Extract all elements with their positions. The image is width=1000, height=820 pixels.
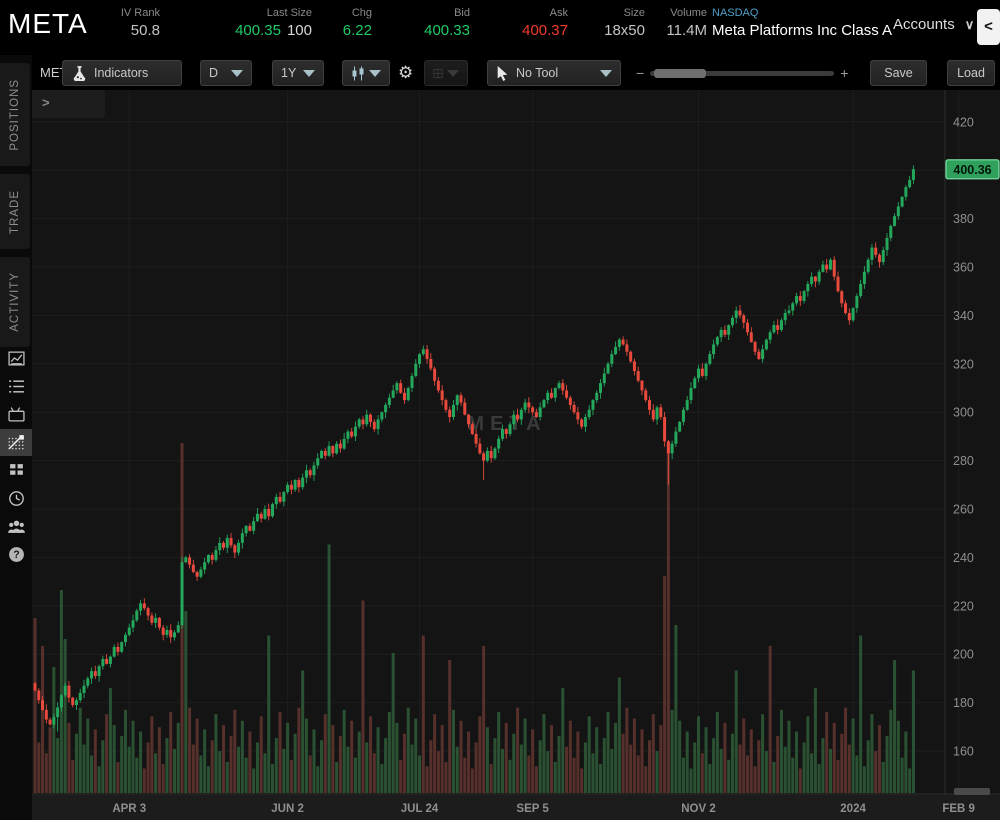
chevron-down-icon — [369, 70, 381, 77]
stat-chg: Chg 6.22 — [312, 7, 372, 42]
price-axis-label: 220 — [953, 599, 974, 613]
sidebar-tab-positions[interactable]: POSITIONS — [0, 63, 30, 166]
stat-last-size: Last Size 400.35100 — [178, 7, 312, 42]
accounts-menu[interactable]: Accounts ∨ — [893, 16, 974, 33]
svg-text:?: ? — [13, 549, 19, 561]
grid-squares-icon[interactable] — [0, 457, 32, 484]
left-sidebar: POSITIONS TRADE ACTIVITY — [0, 55, 32, 820]
date-axis-label: FEB 9 — [942, 803, 975, 815]
chevron-down-icon — [447, 70, 459, 77]
price-axis-label: 320 — [953, 357, 974, 371]
price-axis-label: 340 — [953, 309, 974, 323]
history-clock-icon[interactable] — [0, 485, 32, 512]
gear-icon: ⚙ — [398, 63, 413, 83]
last-price-badge-value: 400.36 — [953, 163, 991, 177]
date-axis-label: JUN 2 — [271, 803, 304, 815]
indicators-label: Indicators — [94, 66, 148, 80]
cursor-icon — [496, 66, 509, 81]
trading-app: META IV Rank 50.8 Last Size 400.35100 Ch… — [0, 0, 1000, 820]
sidebar-tab-activity[interactable]: ACTIVITY — [0, 257, 30, 347]
chart-box-icon[interactable] — [0, 345, 32, 372]
zoom-slider: − + — [630, 60, 854, 86]
price-axis-label: 300 — [953, 406, 974, 420]
date-axis-label: SEP 5 — [516, 803, 549, 815]
collapse-panel-button[interactable]: < — [977, 9, 1000, 45]
list-icon[interactable] — [0, 373, 32, 400]
zoom-out-button[interactable]: − — [630, 65, 650, 81]
period-dropdown[interactable]: D — [200, 60, 252, 86]
grid-icon — [433, 67, 443, 80]
date-axis-label: JUL 24 — [401, 803, 439, 815]
chevron-down-icon — [303, 70, 315, 77]
users-icon[interactable] — [0, 513, 32, 540]
price-axis-label: 420 — [953, 115, 974, 129]
candlestick-icon — [351, 66, 365, 81]
stat-bid: Bid 400.33 — [400, 7, 470, 42]
chevron-down-icon — [600, 70, 612, 77]
save-button[interactable]: Save — [870, 60, 927, 86]
stat-ask: Ask 400.37 — [498, 7, 568, 42]
indicators-button[interactable]: Indicators — [62, 60, 182, 86]
quote-header: META IV Rank 50.8 Last Size 400.35100 Ch… — [0, 0, 1000, 55]
chevron-down-icon: ∨ — [965, 17, 975, 32]
exchange-label: NASDAQ — [712, 7, 892, 20]
date-axis-label: NOV 2 — [681, 803, 716, 815]
chart-settings-button[interactable]: ⚙ — [398, 60, 413, 86]
grid-layout-dropdown[interactable] — [424, 60, 468, 86]
chart-region: > META1601802002202402602803003203403603… — [32, 90, 1000, 820]
price-axis-label: 180 — [953, 696, 974, 710]
accounts-label: Accounts — [893, 16, 955, 33]
date-axis-label: APR 3 — [112, 803, 146, 815]
price-axis-label: 200 — [953, 648, 974, 662]
price-axis-label: 160 — [953, 745, 974, 759]
price-axis-label: 240 — [953, 551, 974, 565]
date-axis-label: 2024 — [840, 803, 866, 815]
stat-iv-rank: IV Rank 50.8 — [95, 7, 160, 42]
chart-toolbar: META Indicators D 1Y ⚙ — [32, 55, 1000, 90]
price-axis-label: 260 — [953, 503, 974, 517]
zoom-slider-track[interactable] — [650, 71, 834, 76]
symbol-logo: META — [8, 8, 88, 40]
help-icon[interactable]: ? — [0, 541, 32, 568]
tv-icon[interactable] — [0, 401, 32, 428]
chart-grid-icon[interactable] — [0, 429, 32, 456]
zoom-in-button[interactable]: + — [834, 65, 854, 81]
candlestick-chart[interactable]: META160180200220240260280300320340360380… — [32, 90, 1000, 820]
chart-type-dropdown[interactable] — [342, 60, 390, 86]
drawing-tool-dropdown[interactable]: No Tool — [487, 60, 621, 86]
indicators-flask-icon — [71, 65, 88, 82]
range-dropdown[interactable]: 1Y — [272, 60, 324, 86]
chevron-down-icon — [231, 70, 243, 77]
price-axis-label: 380 — [953, 212, 974, 226]
price-axis-label: 360 — [953, 261, 974, 275]
company-name: Meta Platforms Inc Class A — [712, 20, 892, 42]
load-button[interactable]: Load — [947, 60, 995, 86]
stat-size: Size 18x50 — [593, 7, 645, 42]
chart-panel-expand-button[interactable]: > — [32, 90, 105, 118]
exchange-company: NASDAQ Meta Platforms Inc Class A — [712, 7, 892, 42]
zoom-slider-thumb[interactable] — [654, 69, 706, 78]
price-axis-label: 280 — [953, 454, 974, 468]
stat-volume: Volume 11.4M — [653, 7, 707, 42]
sidebar-tab-trade[interactable]: TRADE — [0, 174, 30, 249]
